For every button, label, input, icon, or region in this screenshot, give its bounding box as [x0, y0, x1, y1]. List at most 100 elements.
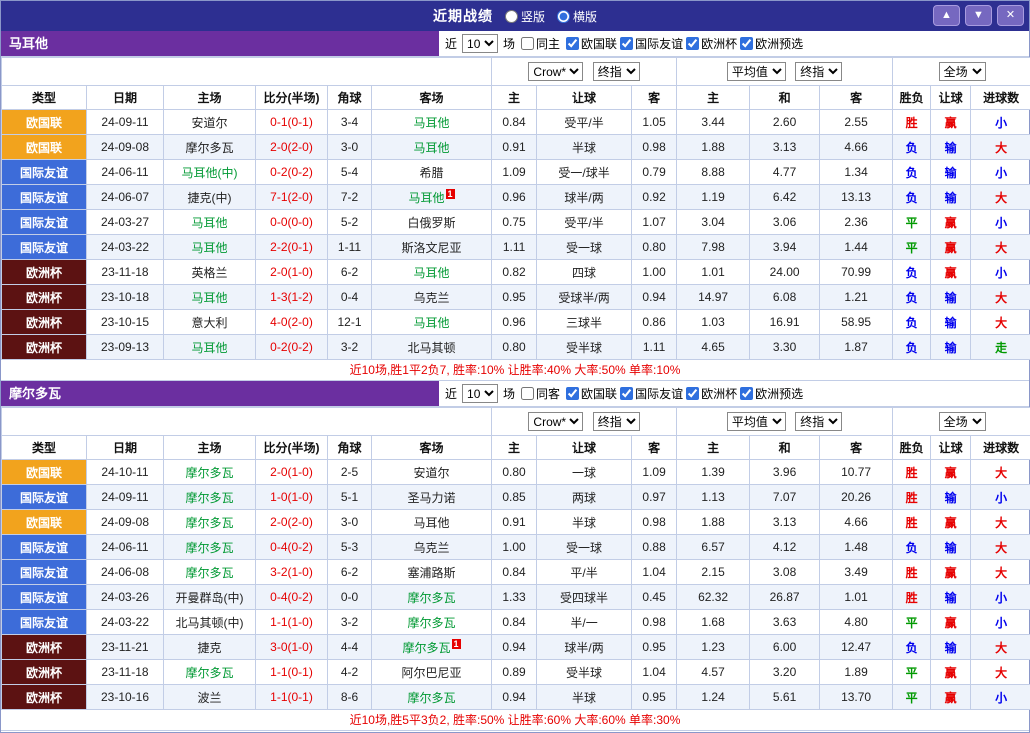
match-score: 0-2(0-2)	[255, 159, 328, 185]
recent-count-select[interactable]: 10	[462, 384, 499, 403]
league-checkbox-input[interactable]	[740, 37, 754, 50]
odds-stage-select[interactable]: 终指	[592, 412, 640, 431]
away-team-name: 马耳他	[413, 140, 450, 155]
league-checkbox-input[interactable]	[566, 37, 580, 50]
match-score: 1-1(1-0)	[255, 609, 328, 635]
result-flag: 赢	[930, 509, 972, 535]
odds-value: 受一球	[536, 234, 633, 260]
home-team: 摩尔多瓦	[163, 559, 256, 585]
average-stage-select[interactable]: 终指	[795, 62, 843, 81]
odds-value: 0.84	[491, 109, 538, 135]
result-flag: 胜	[892, 559, 932, 585]
result-flag: 赢	[930, 659, 972, 685]
result-flag: 走	[970, 334, 1030, 360]
same-venue-checkbox[interactable]: 同主	[521, 35, 560, 52]
vertical-radio-input[interactable]	[504, 9, 518, 23]
league-checkbox-input[interactable]	[686, 37, 700, 50]
away-team: 马耳他	[370, 259, 493, 285]
layout-radio-vertical[interactable]: 竖版	[504, 8, 545, 25]
corner-score: 1-11	[327, 234, 372, 260]
close-button[interactable]: ✕	[997, 5, 1024, 26]
league-filter-label: 国际友谊	[635, 37, 684, 51]
scroll-up-button[interactable]: ▲	[933, 5, 960, 26]
result-flag: 负	[892, 309, 932, 335]
league-filter-checkbox[interactable]: 欧洲预选	[740, 35, 803, 52]
near-label: 近	[445, 387, 458, 401]
column-header: 客	[819, 435, 894, 460]
odds-value: 受半球	[536, 334, 633, 360]
column-header: 进球数	[970, 85, 1030, 110]
away-team: 马耳他	[370, 134, 493, 160]
average-stage-select[interactable]: 终指	[795, 412, 843, 431]
league-checkbox-input[interactable]	[620, 387, 634, 400]
away-team: 乌克兰	[370, 284, 493, 310]
league-checkbox-input[interactable]	[686, 387, 700, 400]
horizontal-radio-input[interactable]	[557, 9, 570, 23]
match-score: 2-0(2-0)	[255, 509, 328, 535]
odds-value: 1.01	[676, 259, 751, 285]
match-date: 23-10-18	[86, 284, 164, 310]
league-filter-checkbox[interactable]: 欧国联	[566, 35, 617, 52]
scroll-down-button[interactable]: ▼	[965, 5, 992, 26]
league-filter-checkbox[interactable]: 欧国联	[566, 385, 617, 402]
odds-value: 3.04	[676, 209, 751, 235]
league-checkbox-input[interactable]	[566, 387, 580, 400]
team-section-header: 马耳他 近 10 场 同主 欧国联 国际友谊 欧洲杯 欧洲预选	[1, 31, 1029, 57]
column-header: 日期	[86, 435, 164, 460]
result-flag: 负	[892, 159, 932, 185]
odds-value: 受球半/两	[536, 284, 633, 310]
league-filter-checkbox[interactable]: 国际友谊	[620, 385, 683, 402]
match-score: 3-2(1-0)	[255, 559, 328, 585]
league-filter-checkbox[interactable]: 欧洲杯	[686, 35, 737, 52]
scope-select[interactable]: 全场	[938, 62, 986, 81]
match-type: 欧洲杯	[1, 309, 87, 335]
match-score: 0-1(0-1)	[255, 109, 328, 135]
recent-count-select[interactable]: 10	[462, 34, 499, 53]
odds-value: 0.75	[491, 209, 538, 235]
layout-radio-horizontal[interactable]: 横版	[557, 8, 597, 25]
odds-value: 3.08	[749, 559, 821, 585]
away-team-name: 摩尔多瓦	[407, 690, 456, 705]
result-flag: 胜	[892, 109, 932, 135]
odds-value: 0.95	[491, 284, 538, 310]
average-select[interactable]: 平均值	[726, 62, 786, 81]
result-flag: 小	[970, 684, 1030, 710]
result-flag: 小	[970, 609, 1030, 635]
league-filter-checkbox[interactable]: 欧洲预选	[740, 385, 803, 402]
result-flag: 赢	[930, 684, 972, 710]
result-flag: 小	[970, 209, 1030, 235]
average-select[interactable]: 平均值	[726, 412, 786, 431]
scope-select[interactable]: 全场	[938, 412, 986, 431]
away-team: 马耳他	[370, 109, 493, 135]
odds-value: 1.44	[819, 234, 894, 260]
column-header: 主场	[163, 85, 256, 110]
odds-value: 1.89	[819, 659, 894, 685]
match-type: 欧洲杯	[1, 684, 87, 710]
league-filter-checkbox[interactable]: 欧洲杯	[686, 385, 737, 402]
corner-score: 5-3	[327, 534, 372, 560]
league-checkbox-input[interactable]	[740, 387, 754, 400]
odds-value: 1.39	[676, 459, 751, 485]
home-team-name: 摩尔多瓦	[185, 565, 234, 580]
home-team-name: 马耳他	[191, 215, 228, 230]
same-venue-checkbox[interactable]: 同客	[521, 385, 560, 402]
home-team-name: 摩尔多瓦	[185, 490, 234, 505]
away-team: 希腊	[370, 159, 493, 185]
result-flag: 大	[970, 509, 1030, 535]
odds-stage-select[interactable]: 终指	[592, 62, 640, 81]
odds-value: 1.04	[631, 559, 678, 585]
match-type: 欧国联	[1, 109, 87, 135]
match-score: 3-0(1-0)	[255, 634, 328, 660]
red-card-badge: 1	[451, 638, 461, 649]
match-row: 国际友谊 24-03-27 马耳他 0-0(0-0) 5-2 白俄罗斯 0.75 受平/半 1.…	[1, 209, 1030, 235]
league-checkbox-input[interactable]	[620, 37, 634, 50]
result-flag: 输	[930, 134, 972, 160]
same-venue-input[interactable]	[521, 37, 535, 50]
odds-value: 1.34	[819, 159, 894, 185]
same-venue-input[interactable]	[521, 387, 535, 400]
corner-score: 0-0	[327, 584, 372, 610]
league-filter-checkbox[interactable]: 国际友谊	[620, 35, 683, 52]
odds-source-select[interactable]: Crow*	[528, 412, 584, 431]
odds-source-select[interactable]: Crow*	[528, 62, 584, 81]
match-row: 欧国联 24-09-11 安道尔 0-1(0-1) 3-4 马耳他 0.84 受平/半 1.05…	[1, 109, 1030, 135]
